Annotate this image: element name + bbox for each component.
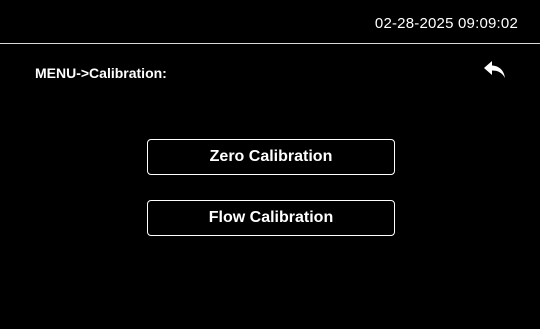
calibration-screen: 02-28-2025 09:09:02 MENU->Calibration: Z… (0, 0, 540, 329)
zero-calibration-button[interactable]: Zero Calibration (147, 139, 395, 175)
status-bar: 02-28-2025 09:09:02 (0, 0, 540, 43)
back-button[interactable] (478, 55, 512, 85)
header-divider (0, 43, 540, 44)
datetime-display: 02-28-2025 09:09:02 (374, 15, 518, 32)
page-title: MENU->Calibration: (35, 65, 167, 81)
back-arrow-icon (484, 61, 505, 78)
flow-calibration-button[interactable]: Flow Calibration (147, 200, 395, 236)
